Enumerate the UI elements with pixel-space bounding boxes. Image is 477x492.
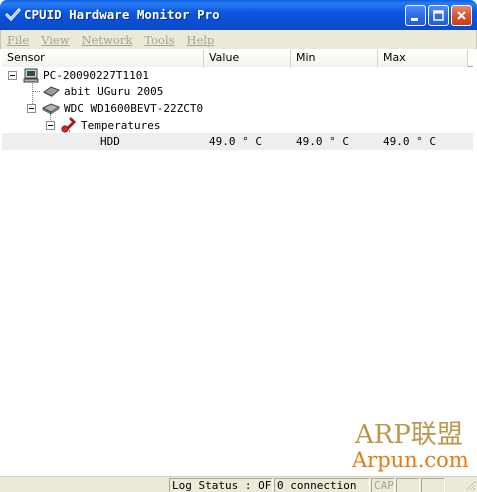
status-connection: 0 connection (274, 478, 370, 492)
maximize-button[interactable] (428, 5, 449, 26)
tree-row-device[interactable]: WDC WD1600BEVT-22ZCT0 (2, 100, 473, 117)
menu-help[interactable]: Help (187, 33, 215, 47)
sensor-value: 49.0 ° C (209, 135, 262, 148)
watermark-title: ARP联盟 (355, 420, 463, 450)
collapse-toggle[interactable] (27, 104, 36, 113)
column-value[interactable]: Value (204, 50, 291, 67)
column-sensor[interactable]: Sensor (2, 50, 204, 67)
status-cap: CAP (371, 478, 395, 492)
tree-row-device[interactable]: abit UGuru 2005 (2, 83, 473, 100)
title-bar[interactable]: CPUID Hardware Monitor Pro (0, 0, 477, 30)
resize-grip-icon[interactable] (464, 479, 476, 491)
checkmark-app-icon (5, 8, 21, 22)
menu-tools[interactable]: Tools (144, 33, 174, 47)
tree-row-computer[interactable]: PC-20090227T1101 (2, 67, 473, 84)
column-header: Sensor Value Min Max (2, 50, 473, 67)
tree-label-group: Temperatures (81, 119, 161, 132)
watermark-url: Arpun.com (352, 448, 469, 472)
harddisk-icon (42, 103, 60, 115)
status-bar: Log Status : OFF 0 connection CAP (0, 476, 477, 492)
status-pane (396, 478, 420, 492)
column-min[interactable]: Min (291, 50, 378, 67)
close-button[interactable] (451, 5, 472, 26)
sensor-max: 49.0 ° C (383, 135, 436, 148)
minimize-icon (411, 18, 418, 21)
computer-icon (23, 68, 39, 83)
close-icon (457, 11, 466, 20)
tree-label-device: abit UGuru 2005 (64, 85, 164, 98)
watermark: ARP联盟 Arpun.com (352, 414, 477, 474)
tree-label-computer: PC-20090227T1101 (43, 69, 149, 82)
tree-label-device: WDC WD1600BEVT-22ZCT0 (64, 102, 204, 115)
window-title: CPUID Hardware Monitor Pro (24, 7, 220, 22)
tree-row-sensor[interactable]: HDD 49.0 ° C 49.0 ° C 49.0 ° C (2, 133, 473, 150)
status-pane (421, 478, 445, 492)
chip-icon (43, 86, 60, 97)
column-max[interactable]: Max (378, 50, 468, 67)
status-log: Log Status : OFF (169, 478, 273, 492)
collapse-toggle[interactable] (8, 71, 17, 80)
tree-label-sensor: HDD (100, 135, 120, 148)
tree-row-group[interactable]: Temperatures (2, 117, 473, 134)
menu-network[interactable]: Network (82, 33, 133, 47)
maximize-icon (433, 10, 444, 21)
menu-bar: File View Network Tools Help (0, 30, 477, 49)
menu-view[interactable]: View (41, 33, 69, 47)
sensor-min: 49.0 ° C (296, 135, 349, 148)
minimize-button[interactable] (405, 5, 426, 26)
menu-file[interactable]: File (7, 33, 29, 47)
thermometer-icon (61, 117, 76, 133)
collapse-toggle[interactable] (46, 121, 55, 130)
